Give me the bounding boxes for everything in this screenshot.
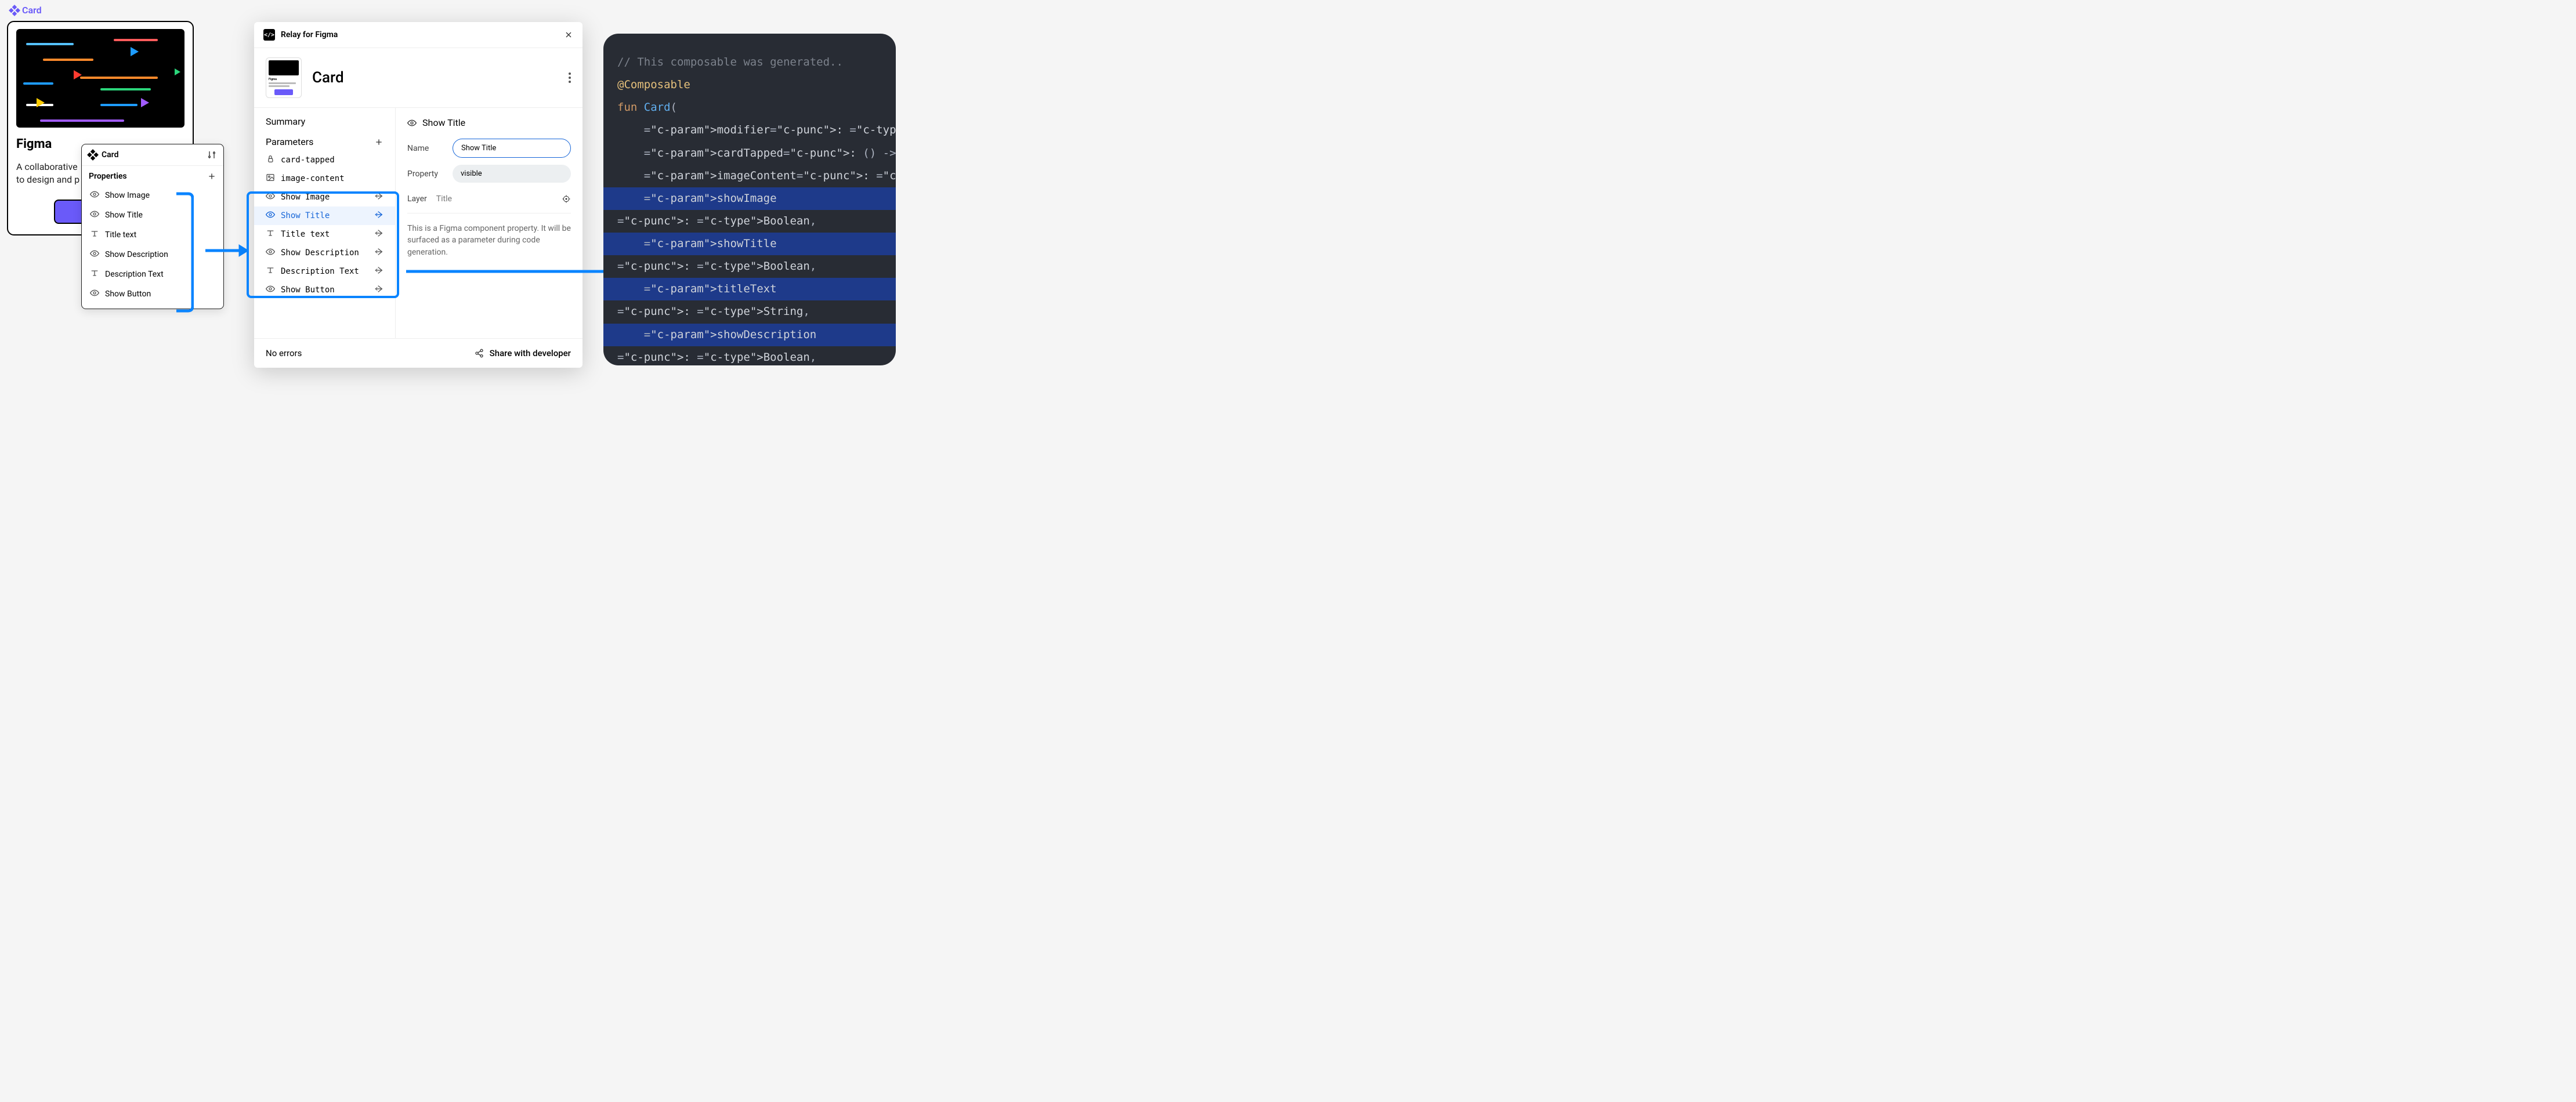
properties-panel: Card Properties Show Image Show Title Titl… [81,144,224,309]
property-label: Show Description [105,250,168,259]
property-field-row: Property visible [407,165,571,183]
parameter-label: Show Description [281,248,359,258]
eye-icon [407,118,417,128]
code-panel: // This composable was generated.. @Comp… [603,34,896,365]
eye-icon [266,210,275,222]
relay-right-panel: Show Title Name Show Title Property visi… [396,108,583,338]
link-icon [374,266,383,277]
card-image [16,29,184,128]
parameter-row[interactable]: Show Image [254,188,395,206]
text-icon [266,229,275,240]
kebab-menu-icon[interactable] [569,72,571,83]
component-icon [9,5,20,16]
eye-icon [266,247,275,259]
add-icon[interactable] [374,137,383,147]
adjust-icon[interactable] [207,150,216,160]
summary-section[interactable]: Summary [254,116,395,133]
parameter-label: Show Title [281,211,330,220]
properties-list: Show Image Show Title Title text Show Descr… [82,184,223,309]
link-icon [374,191,383,203]
relay-dialog: </> Relay for Figma Figma Card Summary [254,22,583,368]
share-button[interactable]: Share with developer [475,348,571,358]
property-select[interactable]: visible [453,165,571,183]
property-row[interactable]: Title text [82,225,223,245]
eye-icon [90,288,99,300]
properties-section-header: Properties [82,166,223,184]
property-row[interactable]: Show Title [82,205,223,225]
status-text: No errors [266,348,302,358]
property-label: Show Image [105,191,150,200]
eye-icon [266,284,275,296]
link-icon [374,284,383,296]
property-label: Title text [105,230,136,240]
relay-app-title: Relay for Figma [281,30,338,39]
image-icon [266,173,275,184]
eye-icon [90,249,99,260]
parameter-label: Show Image [281,193,330,202]
parameter-row[interactable]: Show Button [254,281,395,299]
relay-titlebar: </> Relay for Figma [254,22,583,48]
parameter-row[interactable]: card-tapped [254,151,395,169]
text-icon [90,229,99,241]
parameter-label: Title text [281,230,330,239]
parameter-label: Show Button [281,285,335,295]
share-icon [475,349,484,358]
parameter-row[interactable]: Show Description [254,244,395,262]
parameter-label: card-tapped [281,155,335,165]
relay-app-icon: </> [263,29,275,41]
component-label: Card [10,5,42,16]
help-text: This is a Figma component property. It w… [407,223,571,258]
name-field-row: Name Show Title [407,139,571,158]
detail-header: Show Title [407,117,571,128]
layer-field-row: Layer Title [407,190,571,204]
close-icon[interactable] [564,30,573,39]
layer-name: Title [427,194,562,204]
relay-header: Figma Card [254,48,583,108]
eye-icon [266,191,275,203]
text-icon [90,269,99,280]
relay-component-name: Card [312,69,344,86]
property-row[interactable]: Description Text [82,264,223,284]
parameter-row[interactable]: Description Text [254,262,395,281]
text-icon [266,266,275,277]
arrow-annotation [406,264,635,281]
relay-left-panel: Summary Parameters card-tapped image-cont… [254,108,396,338]
parameter-row[interactable]: Title text [254,225,395,244]
property-row[interactable]: Show Button [82,284,223,304]
relay-thumbnail: Figma [266,57,302,98]
bracket-annotation [174,191,194,313]
properties-title: Card [102,150,118,160]
arrow-annotation [205,244,248,260]
parameter-label: image-content [281,174,345,183]
property-label: Show Button [105,289,151,299]
link-icon [374,229,383,240]
property-label: Description Text [105,270,164,279]
name-input[interactable]: Show Title [453,139,571,158]
link-icon [374,210,383,222]
properties-header: Card [82,144,223,166]
eye-icon [90,209,99,221]
property-row[interactable]: Show Image [82,186,223,205]
property-label: Show Title [105,211,143,220]
target-icon[interactable] [562,194,571,204]
property-row[interactable]: Show Description [82,245,223,264]
parameter-row[interactable]: Show Title [254,206,395,225]
relay-footer: No errors Share with developer [254,338,583,368]
parameters-header: Parameters [254,133,395,151]
parameter-label: Description Text [281,267,359,276]
add-icon[interactable] [207,172,216,181]
eye-icon [90,190,99,201]
link-icon [374,247,383,259]
component-icon [87,149,99,161]
tap-icon [266,154,275,166]
component-label-text: Card [22,5,42,16]
parameter-row[interactable]: image-content [254,169,395,188]
